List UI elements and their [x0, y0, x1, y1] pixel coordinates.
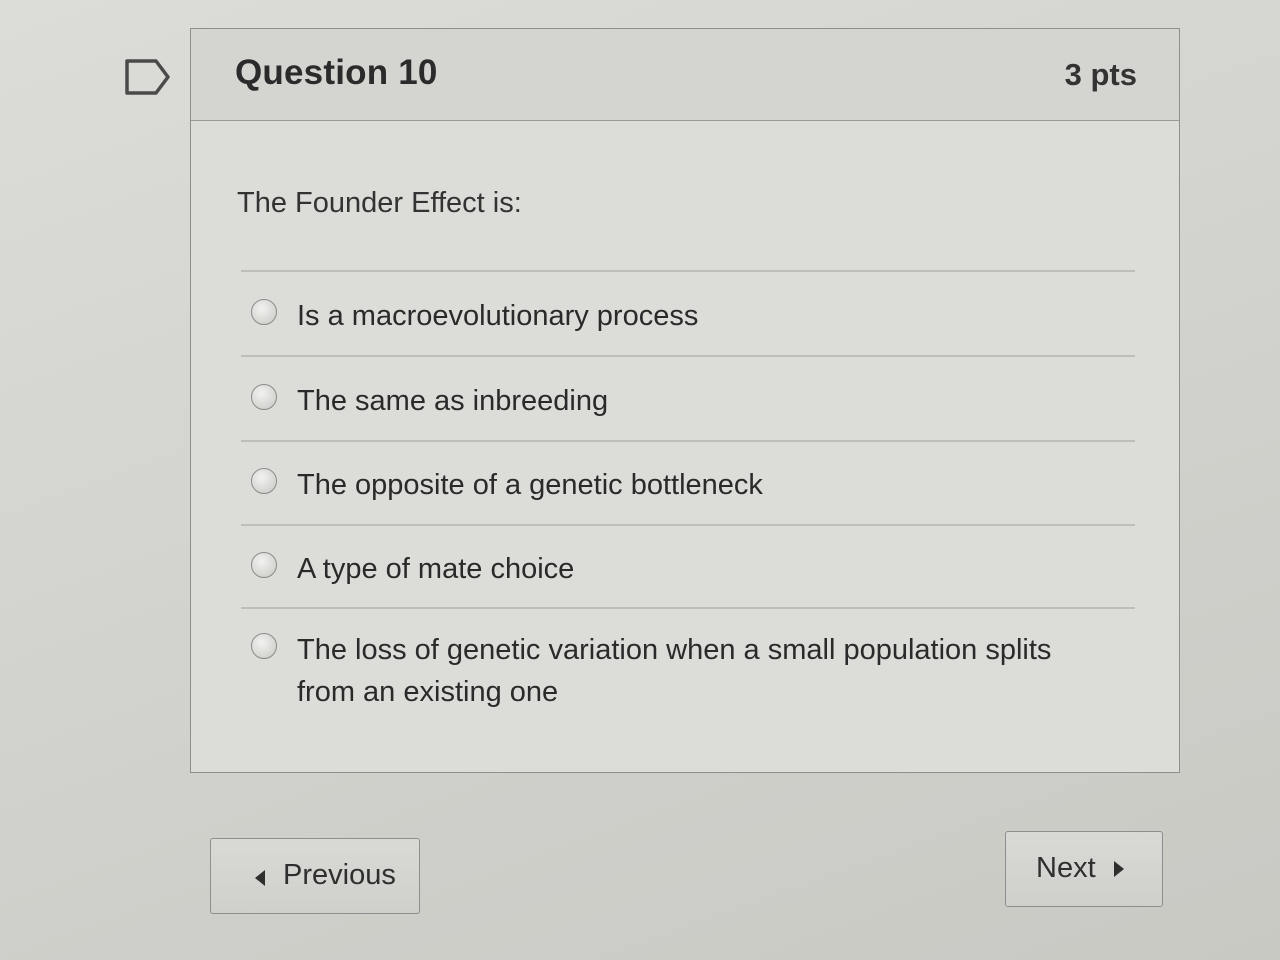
previous-button[interactable]: Previous	[210, 838, 420, 914]
previous-label: Previous	[283, 859, 396, 891]
divider	[241, 355, 1135, 357]
answer-option[interactable]: Is a macroevolutionary process	[251, 295, 1111, 339]
answer-option[interactable]: The opposite of a genetic bottleneck	[251, 464, 1111, 508]
divider	[241, 607, 1135, 609]
flag-question-icon[interactable]	[124, 58, 172, 96]
divider	[241, 440, 1135, 442]
next-label: Next	[1036, 852, 1096, 884]
question-points: 3 pts	[1064, 57, 1137, 92]
caret-left-icon	[255, 870, 265, 886]
radio-button[interactable]	[251, 552, 277, 578]
answer-label: A type of mate choice	[297, 553, 575, 585]
radio-button[interactable]	[251, 299, 277, 325]
question-prompt: The Founder Effect is:	[237, 187, 522, 219]
radio-button[interactable]	[251, 384, 277, 410]
answer-option[interactable]: The same as inbreeding	[251, 380, 1111, 424]
divider	[241, 524, 1135, 526]
answer-label: The same as inbreeding	[297, 385, 609, 417]
answer-label: Is a macroevolutionary process	[297, 300, 699, 332]
answer-option[interactable]: The loss of genetic variation when a sma…	[251, 629, 1111, 715]
next-button[interactable]: Next	[1005, 831, 1163, 907]
question-title: Question 10	[235, 53, 438, 92]
answer-option[interactable]: A type of mate choice	[251, 548, 1111, 592]
question-card: Question 10 3 pts The Founder Effect is:…	[190, 28, 1180, 773]
answer-label: The loss of genetic variation when a sma…	[297, 634, 1052, 708]
radio-button[interactable]	[251, 633, 277, 659]
answer-label: The opposite of a genetic bottleneck	[297, 469, 763, 501]
divider	[241, 270, 1135, 272]
radio-button[interactable]	[251, 468, 277, 494]
question-header: Question 10 3 pts	[191, 29, 1179, 121]
caret-right-icon	[1114, 861, 1124, 877]
